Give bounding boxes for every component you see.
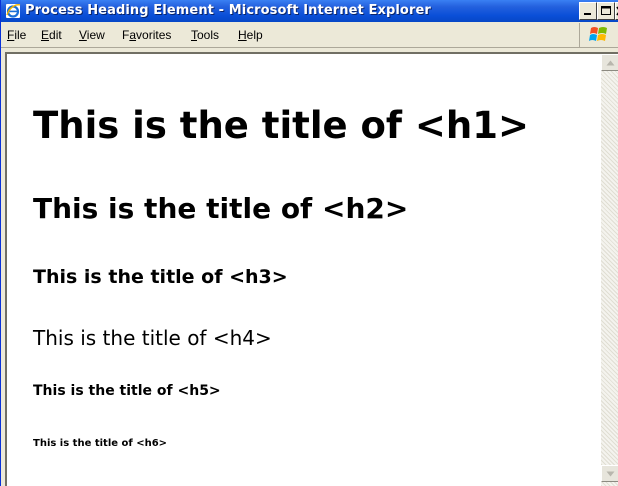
heading-3: This is the title of <h3> (33, 266, 288, 288)
menu-tools[interactable]: Tools (191, 28, 219, 42)
heading-5: This is the title of <h5> (33, 383, 221, 399)
scroll-down-button[interactable] (601, 465, 618, 482)
menu-bar: File Edit View Favorites Tools Help (1, 22, 618, 48)
page-content: This is the title of <h1> This is the ti… (7, 54, 617, 486)
page-viewport[interactable]: This is the title of <h1> This is the ti… (5, 52, 618, 486)
throbber (579, 23, 618, 47)
scroll-up-button[interactable] (601, 54, 618, 71)
maximize-button[interactable] (597, 2, 615, 20)
browser-window: Process Heading Element - Microsoft Inte… (0, 0, 618, 486)
minimize-icon (584, 13, 591, 15)
heading-4: This is the title of <h4> (33, 326, 272, 350)
menu-view[interactable]: View (79, 28, 105, 42)
menu-edit[interactable]: Edit (41, 28, 62, 42)
minimize-button[interactable] (579, 2, 597, 20)
menu-help[interactable]: Help (238, 28, 263, 42)
scroll-up-arrow-icon (606, 60, 615, 66)
title-bar[interactable]: Process Heading Element - Microsoft Inte… (1, 0, 618, 22)
menu-file[interactable]: File (7, 28, 26, 42)
vertical-scrollbar[interactable] (601, 54, 618, 486)
heading-6: This is the title of <h6> (33, 438, 168, 449)
heading-2: This is the title of <h2> (33, 192, 409, 225)
heading-1: This is the title of <h1> (33, 104, 529, 147)
scroll-down-arrow-icon (606, 471, 615, 477)
windows-logo-icon (589, 27, 607, 41)
maximize-icon (601, 6, 611, 15)
internet-explorer-icon[interactable] (5, 3, 21, 19)
window-title: Process Heading Element - Microsoft Inte… (25, 3, 431, 18)
menu-favorites[interactable]: Favorites (122, 28, 171, 42)
